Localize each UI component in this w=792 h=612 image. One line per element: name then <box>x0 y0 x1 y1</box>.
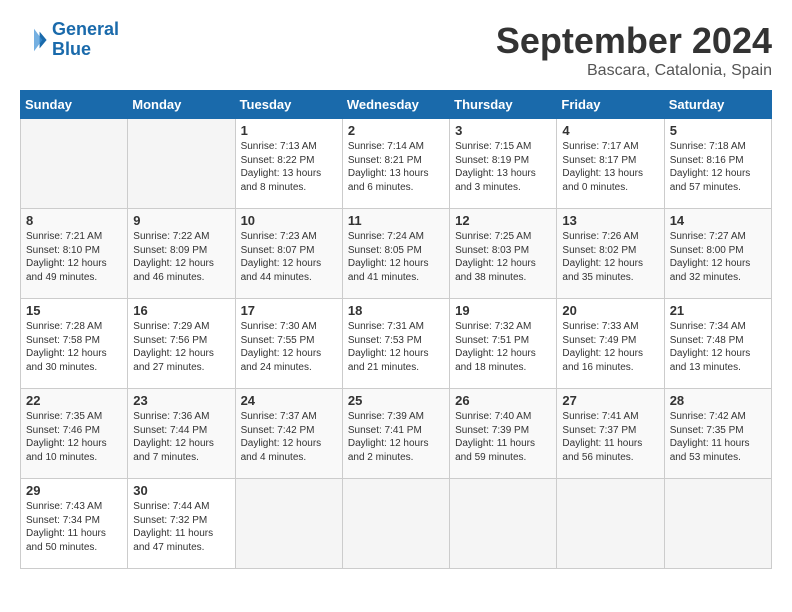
logo-text: GeneralBlue <box>52 20 119 60</box>
calendar-cell: 15Sunrise: 7:28 AMSunset: 7:58 PMDayligh… <box>21 299 128 389</box>
calendar-cell: 29Sunrise: 7:43 AMSunset: 7:34 PMDayligh… <box>21 479 128 569</box>
calendar-cell: 23Sunrise: 7:36 AMSunset: 7:44 PMDayligh… <box>128 389 235 479</box>
col-monday: Monday <box>128 91 235 119</box>
col-friday: Friday <box>557 91 664 119</box>
col-tuesday: Tuesday <box>235 91 342 119</box>
logo: GeneralBlue <box>20 20 119 60</box>
calendar-cell: 4Sunrise: 7:17 AMSunset: 8:17 PMDaylight… <box>557 119 664 209</box>
calendar-cell: 14Sunrise: 7:27 AMSunset: 8:00 PMDayligh… <box>664 209 771 299</box>
calendar-cell: 1Sunrise: 7:13 AMSunset: 8:22 PMDaylight… <box>235 119 342 209</box>
calendar-cell: 26Sunrise: 7:40 AMSunset: 7:39 PMDayligh… <box>450 389 557 479</box>
calendar-cell: 11Sunrise: 7:24 AMSunset: 8:05 PMDayligh… <box>342 209 449 299</box>
calendar-cell <box>128 119 235 209</box>
calendar-cell: 17Sunrise: 7:30 AMSunset: 7:55 PMDayligh… <box>235 299 342 389</box>
calendar-cell: 10Sunrise: 7:23 AMSunset: 8:07 PMDayligh… <box>235 209 342 299</box>
calendar-cell <box>557 479 664 569</box>
col-saturday: Saturday <box>664 91 771 119</box>
logo-icon <box>20 26 48 54</box>
calendar-cell: 16Sunrise: 7:29 AMSunset: 7:56 PMDayligh… <box>128 299 235 389</box>
calendar-cell: 30Sunrise: 7:44 AMSunset: 7:32 PMDayligh… <box>128 479 235 569</box>
title-section: September 2024 Bascara, Catalonia, Spain <box>496 20 772 80</box>
calendar-cell <box>235 479 342 569</box>
calendar-cell <box>342 479 449 569</box>
calendar-cell: 9Sunrise: 7:22 AMSunset: 8:09 PMDaylight… <box>128 209 235 299</box>
calendar-week-row: 29Sunrise: 7:43 AMSunset: 7:34 PMDayligh… <box>21 479 772 569</box>
calendar-cell: 27Sunrise: 7:41 AMSunset: 7:37 PMDayligh… <box>557 389 664 479</box>
page-header: GeneralBlue September 2024 Bascara, Cata… <box>20 20 772 80</box>
col-wednesday: Wednesday <box>342 91 449 119</box>
calendar-week-row: 1Sunrise: 7:13 AMSunset: 8:22 PMDaylight… <box>21 119 772 209</box>
calendar-week-row: 8Sunrise: 7:21 AMSunset: 8:10 PMDaylight… <box>21 209 772 299</box>
calendar-week-row: 15Sunrise: 7:28 AMSunset: 7:58 PMDayligh… <box>21 299 772 389</box>
calendar-table: Sunday Monday Tuesday Wednesday Thursday… <box>20 90 772 569</box>
calendar-cell: 5Sunrise: 7:18 AMSunset: 8:16 PMDaylight… <box>664 119 771 209</box>
calendar-cell: 3Sunrise: 7:15 AMSunset: 8:19 PMDaylight… <box>450 119 557 209</box>
calendar-cell: 2Sunrise: 7:14 AMSunset: 8:21 PMDaylight… <box>342 119 449 209</box>
calendar-cell: 24Sunrise: 7:37 AMSunset: 7:42 PMDayligh… <box>235 389 342 479</box>
calendar-cell: 20Sunrise: 7:33 AMSunset: 7:49 PMDayligh… <box>557 299 664 389</box>
calendar-cell: 19Sunrise: 7:32 AMSunset: 7:51 PMDayligh… <box>450 299 557 389</box>
calendar-cell: 8Sunrise: 7:21 AMSunset: 8:10 PMDaylight… <box>21 209 128 299</box>
col-thursday: Thursday <box>450 91 557 119</box>
calendar-cell: 13Sunrise: 7:26 AMSunset: 8:02 PMDayligh… <box>557 209 664 299</box>
calendar-cell: 25Sunrise: 7:39 AMSunset: 7:41 PMDayligh… <box>342 389 449 479</box>
col-sunday: Sunday <box>21 91 128 119</box>
location-subtitle: Bascara, Catalonia, Spain <box>496 62 772 80</box>
calendar-cell: 12Sunrise: 7:25 AMSunset: 8:03 PMDayligh… <box>450 209 557 299</box>
calendar-cell: 21Sunrise: 7:34 AMSunset: 7:48 PMDayligh… <box>664 299 771 389</box>
calendar-cell: 18Sunrise: 7:31 AMSunset: 7:53 PMDayligh… <box>342 299 449 389</box>
calendar-cell: 22Sunrise: 7:35 AMSunset: 7:46 PMDayligh… <box>21 389 128 479</box>
calendar-cell <box>450 479 557 569</box>
month-year-title: September 2024 <box>496 20 772 62</box>
calendar-cell <box>21 119 128 209</box>
calendar-cell <box>664 479 771 569</box>
calendar-header-row: Sunday Monday Tuesday Wednesday Thursday… <box>21 91 772 119</box>
calendar-week-row: 22Sunrise: 7:35 AMSunset: 7:46 PMDayligh… <box>21 389 772 479</box>
calendar-cell: 28Sunrise: 7:42 AMSunset: 7:35 PMDayligh… <box>664 389 771 479</box>
